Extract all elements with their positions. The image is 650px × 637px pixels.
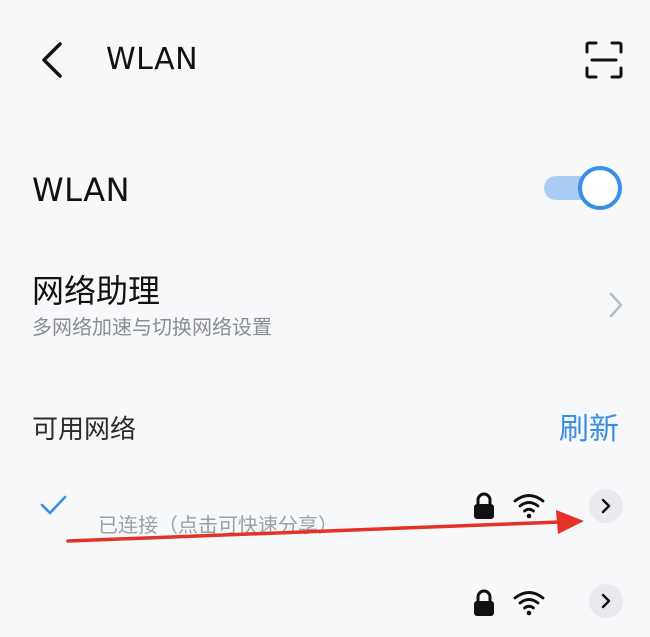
chevron-right-icon	[601, 593, 611, 609]
network-status-text: 已连接（点击可快速分享）	[98, 513, 338, 537]
network-row[interactable]	[0, 568, 650, 637]
network-assistant-title[interactable]: 网络助理	[32, 270, 160, 312]
scan-icon	[585, 41, 623, 79]
network-assistant-chevron[interactable]	[604, 288, 626, 322]
chevron-right-icon	[609, 292, 623, 318]
wlan-toggle-label: WLAN	[32, 171, 131, 209]
back-button[interactable]	[36, 38, 72, 82]
check-icon	[38, 490, 68, 520]
network-detail-button[interactable]	[589, 584, 623, 618]
wifi-signal-icon	[512, 589, 546, 617]
available-networks-label: 可用网络	[32, 415, 137, 445]
network-assistant-subtitle: 多网络加速与切换网络设置	[32, 315, 272, 339]
lock-icon	[472, 492, 496, 520]
refresh-button[interactable]: 刷新	[559, 410, 619, 450]
toggle-knob	[578, 166, 622, 210]
wifi-signal-icon	[512, 492, 546, 520]
scan-button[interactable]	[584, 40, 624, 80]
network-detail-button[interactable]	[589, 489, 623, 523]
wlan-toggle-switch[interactable]	[544, 166, 622, 210]
chevron-left-icon	[42, 42, 62, 78]
page-title: WLAN	[106, 42, 199, 77]
lock-icon	[472, 589, 496, 617]
chevron-right-icon	[601, 498, 611, 514]
